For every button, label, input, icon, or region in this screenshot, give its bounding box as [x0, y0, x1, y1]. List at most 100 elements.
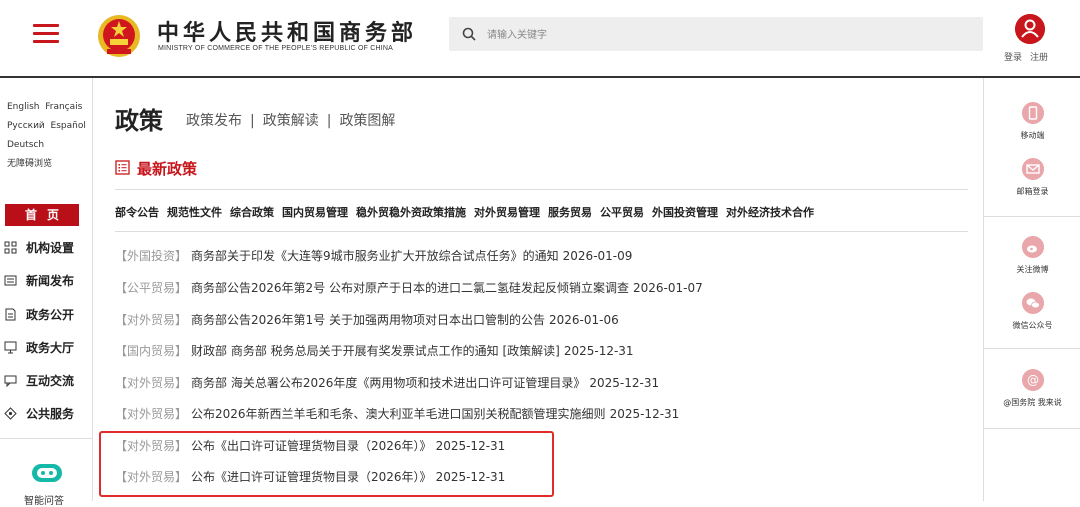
lang-spanish[interactable]: Español	[51, 121, 86, 131]
lang-french[interactable]: Français	[45, 102, 82, 112]
divider	[115, 231, 968, 232]
category-item[interactable]: 稳外贸稳外资政策措施	[356, 206, 466, 219]
weibo-link[interactable]: 关注微博	[984, 236, 1080, 275]
category-item[interactable]: 国内贸易管理	[282, 206, 348, 219]
login-link[interactable]: 登录	[1004, 53, 1022, 63]
news-date: 2025-12-31	[609, 407, 680, 421]
language-switcher: English Français Русский Español Deutsch…	[7, 98, 91, 174]
site-subtitle: MINISTRY OF COMMERCE OF THE PEOPLE'S REP…	[158, 45, 394, 52]
national-emblem-icon	[98, 15, 140, 57]
news-title: 商务部公告2026年第2号 公布对原产于日本的进口二氯二氢硅发起反倾销立案调查	[191, 281, 630, 295]
site-title[interactable]: 中华人民共和国商务部	[157, 15, 417, 47]
search-icon[interactable]	[461, 26, 477, 42]
nav-label: 机构设置	[26, 241, 75, 255]
divider	[115, 189, 968, 190]
nav-item-gov-hall[interactable]: 政务大厅	[4, 336, 90, 360]
news-title: 商务部关于印发《大连等9城市服务业扩大开放综合试点任务》的通知	[191, 249, 559, 263]
news-item[interactable]: 【公平贸易】 商务部公告2026年第2号 公布对原产于日本的进口二氯二氢硅发起反倾…	[115, 279, 975, 299]
policy-tabs: 政策发布 | 政策解读 | 政策图解	[186, 113, 396, 129]
mail-link[interactable]: 邮箱登录	[984, 158, 1080, 197]
category-item[interactable]: 对外贸易管理	[474, 206, 540, 219]
mail-label: 邮箱登录	[1016, 187, 1049, 196]
lang-russian[interactable]: Русский	[7, 121, 45, 131]
sidebar-divider	[0, 438, 92, 439]
category-item[interactable]: 对外经济技术合作	[726, 206, 814, 219]
news-icon	[4, 275, 17, 286]
news-title: 商务部 海关总署公布2026年度《两用物项和技术进出口许可证管理目录》	[191, 376, 586, 390]
wechat-link[interactable]: 微信公众号	[984, 292, 1080, 331]
nav-label: 政务公开	[26, 308, 75, 322]
category-item[interactable]: 服务贸易	[548, 206, 592, 219]
robot-assistant-icon[interactable]	[30, 460, 64, 486]
news-title: 财政部 商务部 税务总局关于开展有奖发票试点工作的通知 [政策解读]	[191, 344, 560, 358]
category-item[interactable]: 综合政策	[230, 206, 274, 219]
news-date: 2026-01-07	[633, 281, 703, 295]
right-sidebar: 移动端 邮箱登录 关注微博 微信公众号 @ @国务院 我来说	[983, 78, 1080, 501]
login-links: 登录 注册	[1004, 50, 1048, 63]
nav-item-interaction[interactable]: 互动交流	[4, 369, 90, 393]
divider	[984, 348, 1080, 349]
weibo-icon	[1021, 236, 1044, 258]
news-item[interactable]: 【对外贸易】 商务部公告2026年第1号 关于加强两用物项对日本出口管制的公告 20…	[115, 311, 975, 331]
latest-policy-label: 最新政策	[137, 160, 198, 178]
search-bar	[449, 17, 983, 51]
news-item[interactable]: 【对外贸易】 商务部 海关总署公布2026年度《两用物项和技术进出口许可证管理目录…	[115, 374, 975, 394]
left-sidebar: English Français Русский Español Deutsch…	[0, 78, 93, 507]
nav-item-gov-open[interactable]: 政务公开	[4, 303, 90, 327]
svg-text:@: @	[1027, 373, 1039, 387]
category-bar: 部令公告 规范性文件 综合政策 国内贸易管理 稳外贸稳外资政策措施 对外贸易管理 服务贸易公…	[115, 204, 822, 220]
tab-policy-graphic[interactable]: 政策图解	[339, 113, 395, 129]
lang-german[interactable]: Deutsch	[7, 140, 44, 150]
news-date: 2026-01-06	[549, 313, 619, 327]
news-tag: 【对外贸易】	[115, 376, 188, 390]
category-item[interactable]: 部令公告	[115, 206, 159, 219]
news-title: 商务部公告2026年第1号 关于加强两用物项对日本出口管制的公告	[191, 313, 546, 327]
service-icon	[4, 407, 17, 420]
news-date: 2025-12-31	[589, 376, 660, 390]
chat-icon	[4, 375, 17, 387]
wechat-label: 微信公众号	[1012, 321, 1053, 330]
nav-item-news[interactable]: 新闻发布	[4, 269, 90, 293]
hamburger-menu-icon[interactable]	[33, 24, 59, 44]
state-council-link[interactable]: @ @国务院 我来说	[984, 369, 1080, 408]
document-icon	[5, 308, 16, 321]
nav-label: 互动交流	[26, 374, 75, 388]
divider	[984, 216, 1080, 217]
monitor-icon	[4, 341, 17, 354]
nav-label: 政务大厅	[26, 341, 75, 355]
mail-icon	[1021, 158, 1044, 180]
category-item[interactable]: 外国投资管理	[652, 206, 718, 219]
user-avatar-icon[interactable]	[1015, 14, 1045, 44]
category-item[interactable]: 公平贸易	[600, 206, 644, 219]
news-item[interactable]: 【国内贸易】 财政部 商务部 税务总局关于开展有奖发票试点工作的通知 [政策解读]…	[115, 342, 975, 362]
site-header: 中华人民共和国商务部 MINISTRY OF COMMERCE OF THE P…	[0, 0, 1080, 78]
mobile-link[interactable]: 移动端	[984, 102, 1080, 141]
accessibility-link[interactable]: 无障碍浏览	[7, 159, 52, 169]
news-title: 公布2026年新西兰羊毛和毛条、澳大利亚羊毛进口国别关税配额管理实施细则	[191, 407, 606, 421]
wechat-icon	[1021, 292, 1044, 314]
tab-policy-release[interactable]: 政策发布	[186, 113, 242, 129]
org-icon	[4, 241, 17, 254]
nav-label: 新闻发布	[26, 274, 75, 288]
divider	[984, 428, 1080, 429]
news-date: 2026-01-09	[562, 249, 633, 263]
home-button[interactable]: 首页	[5, 204, 79, 226]
category-item[interactable]: 规范性文件	[167, 206, 222, 219]
nav-item-org[interactable]: 机构设置	[4, 236, 90, 260]
search-input[interactable]	[485, 24, 969, 46]
highlight-box	[99, 431, 554, 497]
register-link[interactable]: 注册	[1030, 53, 1048, 63]
lang-english[interactable]: English	[7, 102, 40, 112]
ai-assistant-label[interactable]: 智能问答	[24, 492, 64, 507]
nav-label: 公共服务	[26, 407, 75, 421]
weibo-label: 关注微博	[1016, 265, 1049, 274]
news-item[interactable]: 【对外贸易】 公布2026年新西兰羊毛和毛条、澳大利亚羊毛进口国别关税配额管理实施…	[115, 405, 975, 425]
news-date: 2025-12-31	[563, 344, 634, 358]
news-item[interactable]: 【外国投资】 商务部关于印发《大连等9城市服务业扩大开放综合试点任务》的通知 202…	[115, 247, 975, 267]
news-tag: 【国内贸易】	[115, 344, 188, 358]
nav-item-public-service[interactable]: 公共服务	[4, 402, 90, 426]
news-tag: 【外国投资】	[115, 249, 188, 263]
tab-policy-interpretation[interactable]: 政策解读	[263, 113, 319, 129]
list-icon	[115, 160, 130, 175]
news-tag: 【对外贸易】	[115, 313, 188, 327]
